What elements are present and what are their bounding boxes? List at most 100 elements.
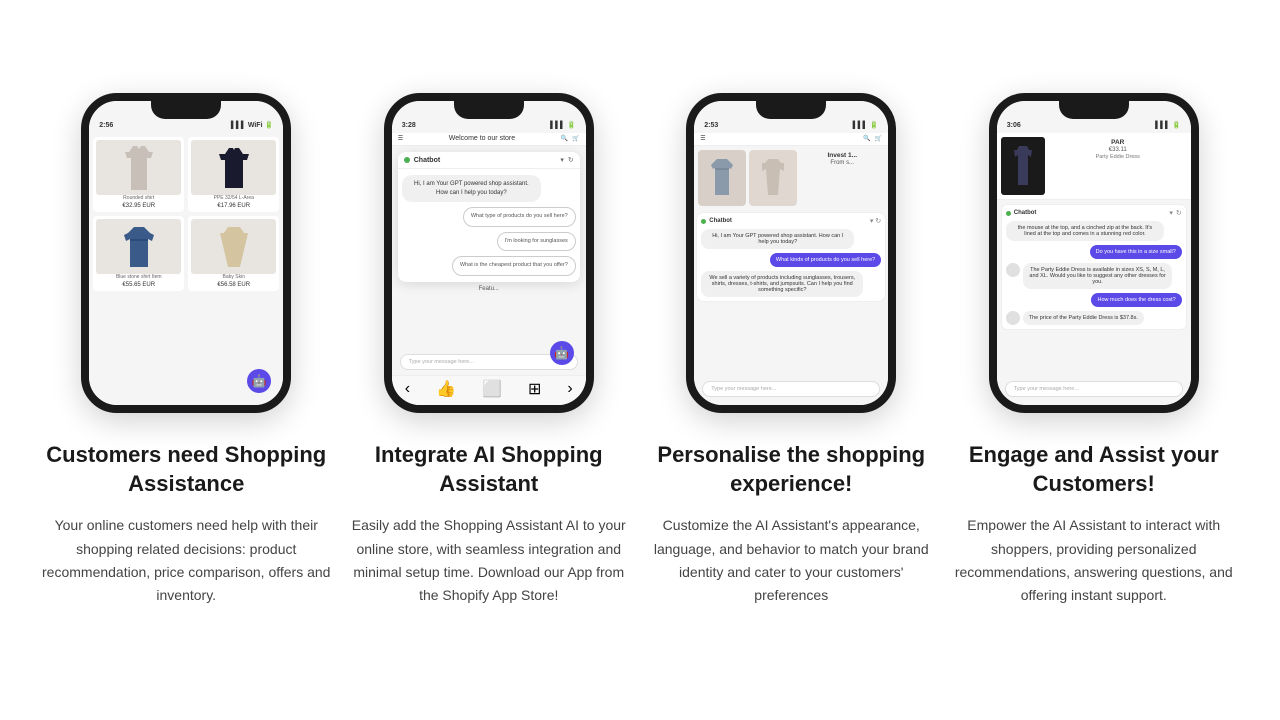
- chat-input-placeholder-2: Type your message here...: [409, 359, 474, 365]
- product-name-4-display: Party Eddie Dress: [1049, 154, 1187, 160]
- user-suggestion-2[interactable]: I'm looking for sunglasses: [497, 232, 576, 252]
- chat-widget-4: Chatbot ▾ ↻ the mouse at the top, and a …: [1001, 204, 1187, 330]
- status-icons-3: ▌▌▌ 🔋: [853, 121, 879, 129]
- feature-columns: 2:56 ▌▌▌ WiFi 🔋: [40, 93, 1240, 607]
- nav-grid-icon-2[interactable]: ⊞: [528, 379, 541, 399]
- col3-body: Customize the AI Assistant's appearance,…: [645, 514, 938, 606]
- status-time-3: 2:53: [704, 122, 718, 129]
- product-grid-1: Rounded shirt €32.95 EUR PPE 3: [93, 137, 279, 291]
- search-icon-3: 🔍: [863, 135, 870, 142]
- bot-msg-4b: The Party Eddie Dress is available in si…: [1023, 263, 1173, 289]
- chat-input-4[interactable]: Type your message here...: [1005, 381, 1183, 397]
- chat-header-icons-4: ▾ ↻: [1169, 209, 1181, 217]
- chevron-icon-4: ▾: [1169, 209, 1173, 217]
- cart-icon-2: 🛒: [572, 135, 579, 142]
- store-header-3: ☰ 🔍 🛒: [694, 133, 888, 146]
- chat-input-placeholder-4: Type your message here...: [1014, 386, 1079, 392]
- phone-screen-3: 2:53 ▌▌▌ 🔋 ☰ 🔍 🛒: [694, 101, 888, 405]
- bot-greeting-bubble-2: Hi, I am Your GPT powered shop assistant…: [402, 175, 541, 202]
- product-price-2: €17.96 EUR: [191, 203, 276, 209]
- bot-msg-row-4b: The Party Eddie Dress is available in si…: [1006, 263, 1182, 289]
- party-dress-svg: [1011, 145, 1035, 187]
- dress-svg-2: [217, 146, 251, 190]
- refresh-icon-4: ↻: [1176, 209, 1182, 217]
- dress-svg-3b: [760, 157, 786, 199]
- product-header-4: PAR €33.11 Party Eddie Dress: [997, 133, 1191, 200]
- refresh-icon-2: ↻: [568, 156, 574, 164]
- chatbot-fab-icon-1: 🤖: [252, 374, 267, 388]
- status-time-2: 3:28: [402, 122, 416, 129]
- status-icons-2: ▌▌▌ 🔋: [550, 121, 576, 129]
- col3-title: Personalise the shopping experience!: [645, 441, 938, 498]
- chatbot-title-2: Chatbot: [414, 157, 440, 164]
- bot-greeting-text-2: Hi, I am Your GPT powered shop assistant…: [414, 181, 529, 195]
- user-suggestion-text-3: What is the cheapest product that you of…: [460, 262, 568, 268]
- user-suggestion-3[interactable]: What is the cheapest product that you of…: [452, 256, 576, 276]
- signal-icon-3: ▌▌▌: [853, 122, 868, 129]
- phone-screen-4: 3:06 ▌▌▌ 🔋 P: [997, 101, 1191, 405]
- phone-mockup-1: 2:56 ▌▌▌ WiFi 🔋: [81, 93, 291, 413]
- signal-icon-4: ▌▌▌: [1155, 122, 1170, 129]
- col4-title: Engage and Assist your Customers!: [948, 441, 1241, 498]
- user-suggestion-text-1: What type of products do you sell here?: [471, 213, 568, 219]
- feature-label-2: Featu...: [392, 282, 586, 296]
- nav-forward-icon-2[interactable]: ›: [567, 380, 572, 398]
- status-time-4: 3:06: [1007, 122, 1021, 129]
- refresh-icon-3: ↻: [875, 218, 881, 225]
- phone-notch-1: [151, 101, 221, 119]
- chat-input-3[interactable]: Type your message here...: [702, 381, 880, 397]
- phone-mockup-4: 3:06 ▌▌▌ 🔋 P: [989, 93, 1199, 413]
- product-price-4-display: €33.11: [1049, 147, 1187, 153]
- chat-mini-icons-3: ▾ ↻: [870, 217, 881, 225]
- battery-icon-2: 🔋: [567, 121, 576, 129]
- status-icons-1: ▌▌▌ WiFi 🔋: [231, 121, 273, 129]
- page-container: 2:56 ▌▌▌ WiFi 🔋: [0, 73, 1280, 647]
- hamburger-icon-3: ☰: [700, 135, 705, 142]
- fab-button-2[interactable]: 🤖: [550, 341, 574, 365]
- signal-icon-1: ▌▌▌: [231, 122, 246, 129]
- chat-messages-2: Hi, I am Your GPT powered shop assistant…: [398, 169, 580, 282]
- product-price-3: €55.65 EUR: [96, 282, 181, 288]
- product-row-3: Invest 1... From s...: [694, 146, 888, 210]
- status-icons-4: ▌▌▌ 🔋: [1155, 121, 1181, 129]
- product-price-1: €32.95 EUR: [96, 203, 181, 209]
- phone-mockup-3: 2:53 ▌▌▌ 🔋 ☰ 🔍 🛒: [686, 93, 896, 413]
- col1-body: Your online customers need help with the…: [40, 514, 333, 606]
- fab-button-1[interactable]: 🤖: [247, 369, 271, 393]
- online-dot-4: [1006, 211, 1011, 216]
- user-suggestion-text-2: I'm looking for sunglasses: [505, 238, 568, 244]
- nav-home-icon-2[interactable]: ⬜: [482, 379, 502, 399]
- chat-input-placeholder-3: Type your message here...: [711, 386, 776, 392]
- chat-mini-messages-3: Hi, I am Your GPT powered shop assistant…: [701, 229, 881, 297]
- product-thumb-3a: [698, 150, 746, 206]
- product-info-3: Invest 1... From s...: [800, 150, 884, 206]
- user-suggestion-1[interactable]: What type of products do you sell here?: [463, 207, 576, 227]
- phone-screen-2: 3:28 ▌▌▌ 🔋 ☰ Welcome to our store 🔍 🛒: [392, 101, 586, 405]
- chatbot-title-3: Chatbot: [709, 218, 732, 224]
- product-card-1: Rounded shirt €32.95 EUR: [93, 137, 184, 212]
- chatbot-title-4: Chatbot: [1014, 210, 1037, 216]
- col4-body: Empower the AI Assistant to interact wit…: [948, 514, 1241, 606]
- product-img-3: [96, 219, 181, 274]
- nav-back-icon-2[interactable]: ‹: [405, 380, 410, 398]
- bot-avatar-4: [1006, 263, 1020, 277]
- chat-header-icons-2: ▾ ↻: [560, 156, 573, 164]
- chat-header-4: Chatbot ▾ ↻: [1006, 209, 1182, 217]
- dress-svg-1: [123, 144, 155, 192]
- bot-msg-3: Hi, I am Your GPT powered shop assistant…: [701, 229, 854, 249]
- col2-title: Integrate AI Shopping Assistant: [343, 441, 636, 498]
- phone-screen-1: 2:56 ▌▌▌ WiFi 🔋: [89, 101, 283, 405]
- product-from-3: From s...: [802, 160, 882, 166]
- nav-thumbup-icon-2[interactable]: 👍: [436, 379, 456, 399]
- bot-msg-4a: the mouse at the top, and a cinched zip …: [1006, 221, 1164, 241]
- phone-notch-4: [1059, 101, 1129, 119]
- product-card-4: Baby Skin €56.58 EUR: [188, 216, 279, 291]
- skirt-svg-4: [218, 225, 250, 269]
- user-msg-3: What kinds of products do you sell here?: [770, 253, 881, 267]
- bot-msg-4c: The price of the Party Eddie Dress is $3…: [1023, 311, 1144, 325]
- product-img-1: [96, 140, 181, 195]
- hamburger-icon-2: ☰: [398, 135, 403, 142]
- product-price-4: €56.58 EUR: [191, 282, 276, 288]
- user-msg-4b: How much does the dress cost?: [1091, 293, 1181, 307]
- bot-avatar-4c: [1006, 311, 1020, 325]
